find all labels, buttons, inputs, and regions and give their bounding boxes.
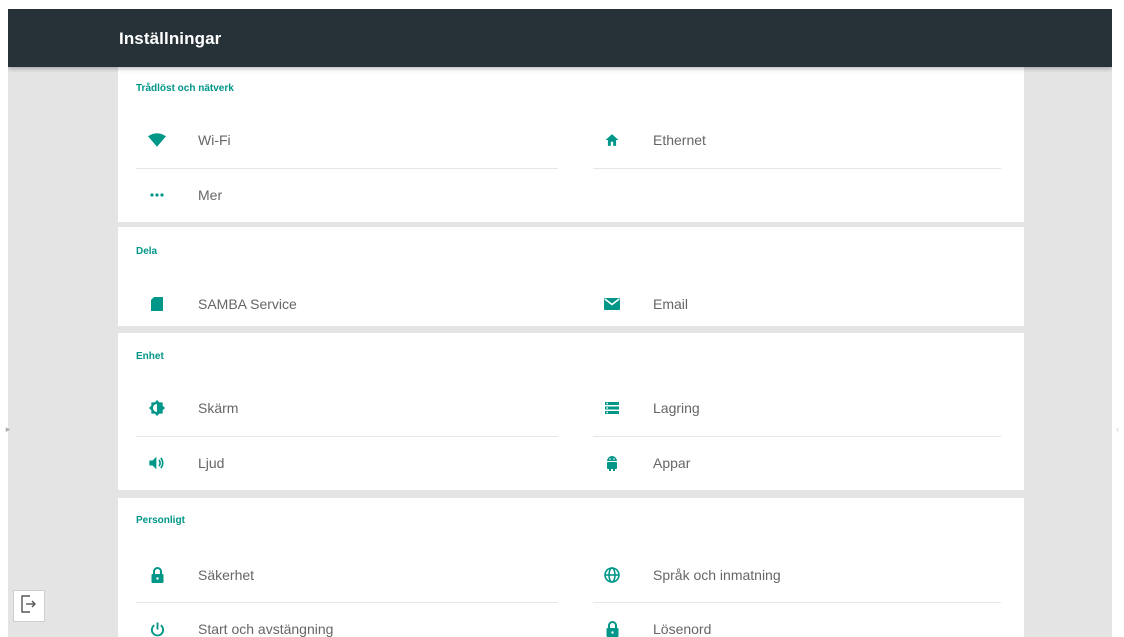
page-title: Inställningar [119,29,222,48]
right-edge-handle[interactable]: ‹ [1116,423,1122,435]
section-wireless-networks: Trådlöst och nätverk Wi-Fi Ethernet Mer [118,67,1024,222]
setting-startup-shutdown[interactable]: Start och avstängning [118,602,558,637]
setting-security[interactable]: Säkerhet [118,548,558,602]
power-icon [148,620,166,637]
setting-password[interactable]: Lösenord [573,602,1013,637]
setting-label: Appar [653,455,691,471]
sd-card-icon [148,295,166,313]
setting-label: Wi-Fi [198,132,231,148]
setting-language-input[interactable]: Språk och inmatning [573,548,1013,602]
setting-wifi[interactable]: Wi-Fi [118,113,558,167]
section-title: Enhet [136,351,164,362]
setting-more[interactable]: Mer [118,168,558,222]
email-icon [603,295,621,313]
setting-samba-service[interactable]: SAMBA Service [118,277,558,331]
globe-icon [603,566,621,584]
settings-screen: Inställningar Trådlöst och nätverk Wi-Fi… [8,9,1112,637]
section-share: Dela SAMBA Service Email [118,227,1024,326]
section-title: Dela [136,246,158,257]
exit-button[interactable] [13,590,45,622]
setting-apps[interactable]: Appar [573,436,1013,490]
setting-label: Start och avstängning [198,621,334,637]
setting-label: Ljud [198,455,225,471]
setting-label: Lösenord [653,621,712,637]
left-edge-handle[interactable]: ▸ [4,423,12,435]
brightness-icon [148,399,166,417]
setting-label: Språk och inmatning [653,567,781,583]
setting-email[interactable]: Email [573,277,1013,331]
setting-label: Säkerhet [198,567,255,583]
home-icon [603,131,621,149]
storage-icon [603,399,621,417]
setting-label: Ethernet [653,132,706,148]
section-personal: Personligt Säkerhet Språk och inmatning [118,498,1024,637]
android-icon [603,454,621,472]
setting-label: Lagring [653,400,700,416]
section-device: Enhet Skärm Lagring Ljud Appar [118,333,1024,490]
setting-label: SAMBA Service [198,296,297,312]
setting-label: Skärm [198,400,239,416]
settings-list[interactable]: Trådlöst och nätverk Wi-Fi Ethernet Mer … [118,67,1024,637]
wifi-icon [148,131,166,149]
setting-display[interactable]: Skärm [118,381,558,435]
exit-icon [21,594,37,618]
setting-ethernet[interactable]: Ethernet [573,113,1013,167]
app-toolbar: Inställningar [8,9,1112,67]
divider [593,168,1001,169]
setting-label: Mer [198,187,223,203]
section-title: Trådlöst och nätverk [136,83,234,94]
setting-sound[interactable]: Ljud [118,436,558,490]
lock-icon [148,566,166,584]
section-title: Personligt [136,515,185,526]
setting-storage[interactable]: Lagring [573,381,1013,435]
lock-icon [603,620,621,637]
volume-icon [148,454,166,472]
more-dots-icon [148,186,166,204]
setting-label: Email [653,296,689,312]
